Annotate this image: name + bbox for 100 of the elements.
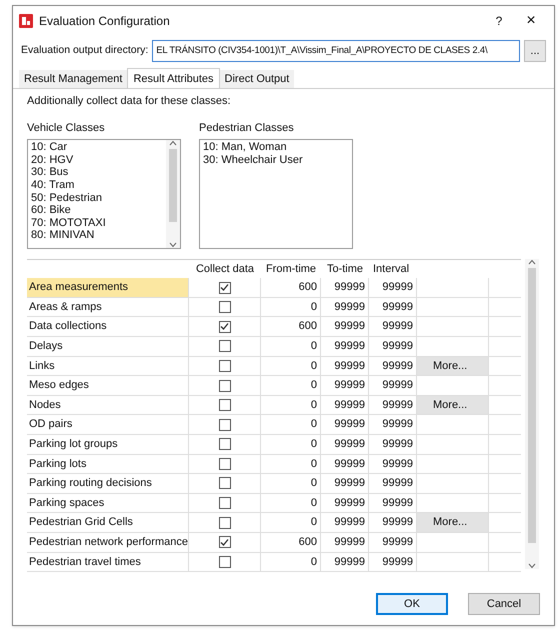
more-button[interactable]: More...: [417, 356, 488, 376]
checkbox[interactable]: [218, 418, 230, 431]
table-cell[interactable]: 0: [261, 474, 321, 493]
checkbox[interactable]: [218, 360, 230, 372]
table-cell[interactable]: 0: [261, 396, 321, 414]
list-item[interactable]: 80: MINIVAN: [31, 229, 166, 242]
list-item[interactable]: 10: Man, Woman: [203, 141, 352, 154]
table-cell[interactable]: 99999: [321, 474, 369, 493]
checkbox[interactable]: [218, 320, 230, 333]
table-cell[interactable]: 0: [261, 415, 321, 434]
checkbox[interactable]: [218, 340, 230, 352]
scroll-down-icon[interactable]: [528, 563, 536, 570]
list-item[interactable]: 30: Wheelchair User: [203, 154, 352, 166]
table-cell[interactable]: Areas & ramps: [27, 298, 189, 316]
table-cell[interactable]: 0: [261, 513, 321, 532]
table-cell[interactable]: 99999: [321, 396, 369, 414]
table-cell[interactable]: 600: [261, 317, 321, 336]
checkbox[interactable]: [218, 282, 230, 294]
table-cell[interactable]: 0: [261, 552, 321, 572]
table-cell[interactable]: 99999: [321, 298, 369, 316]
directory-field[interactable]: EL TRÁNSITO (CIV354-1001)\T_A\Vissim_Final_A\PROYECTO DE CLASES 2.4\: [152, 40, 520, 62]
table-cell[interactable]: Meso edges: [27, 376, 189, 395]
table-cell[interactable]: 0: [261, 356, 321, 376]
table-cell[interactable]: 99999: [369, 454, 417, 474]
table-cell[interactable]: 99999: [369, 552, 417, 572]
table-cell[interactable]: 99999: [369, 435, 417, 454]
table-cell[interactable]: 99999: [321, 454, 369, 474]
table-cell[interactable]: 99999: [369, 376, 417, 395]
tab[interactable]: Result Attributes: [127, 68, 220, 88]
checkbox[interactable]: [218, 477, 230, 490]
checkbox[interactable]: [218, 536, 230, 548]
checkbox[interactable]: [218, 301, 230, 314]
checkbox[interactable]: [218, 399, 230, 412]
scrollbar[interactable]: [525, 259, 539, 570]
table-cell[interactable]: Parking lots: [27, 454, 189, 474]
table-cell[interactable]: 0: [261, 376, 321, 395]
list-item[interactable]: 70: MOTOTAXI: [31, 216, 166, 230]
table-cell[interactable]: Pedestrian travel times: [27, 552, 189, 572]
table-cell[interactable]: 0: [261, 337, 321, 356]
cancel-button[interactable]: Cancel: [468, 593, 540, 615]
table-cell[interactable]: 600: [261, 532, 321, 552]
table-cell[interactable]: 99999: [321, 337, 369, 356]
table-cell[interactable]: Data collections: [27, 317, 189, 336]
table-cell[interactable]: 99999: [321, 356, 369, 376]
table-cell[interactable]: Parking routing decisions: [27, 474, 189, 493]
table-cell[interactable]: 99999: [369, 494, 417, 512]
checkbox[interactable]: [218, 380, 230, 392]
table-cell[interactable]: Delays: [27, 337, 189, 356]
class-listbox[interactable]: 10: Man, Woman 30: Wheelchair User: [199, 139, 353, 250]
table-cell[interactable]: Area measurements: [27, 278, 189, 297]
checkbox[interactable]: [218, 516, 230, 529]
table-cell[interactable]: 99999: [369, 415, 417, 434]
table-cell[interactable]: Parking spaces: [27, 494, 189, 512]
table-cell[interactable]: 99999: [321, 513, 369, 532]
table-cell[interactable]: 99999: [369, 474, 417, 493]
tab[interactable]: Result Management: [19, 70, 128, 88]
list-item[interactable]: 60: Bike: [31, 204, 166, 217]
table-cell[interactable]: Pedestrian Grid Cells: [27, 513, 189, 532]
table-cell[interactable]: 99999: [321, 278, 369, 297]
table-cell[interactable]: 600: [261, 278, 321, 297]
table-cell[interactable]: 99999: [369, 337, 417, 356]
browse-button[interactable]: ...: [524, 40, 546, 62]
class-listbox[interactable]: 10: Car 20: HGV 30: Bus 40: Tram 50: Pedestrian 60: Bike 70: MOTOTAXI 80: MINIVAN: [27, 139, 181, 250]
more-button[interactable]: More...: [417, 396, 488, 414]
list-item[interactable]: 50: Pedestrian: [31, 192, 166, 204]
table-cell[interactable]: 0: [261, 298, 321, 316]
table-cell[interactable]: 99999: [321, 435, 369, 454]
checkbox[interactable]: [218, 497, 230, 510]
table-cell[interactable]: 0: [261, 454, 321, 474]
table-cell[interactable]: 0: [261, 435, 321, 454]
scroll-down-icon[interactable]: [169, 242, 177, 248]
list-item[interactable]: 20: HGV: [31, 154, 166, 166]
table-cell[interactable]: 99999: [321, 376, 369, 395]
table-cell[interactable]: Nodes: [27, 396, 189, 414]
table-cell[interactable]: 99999: [321, 494, 369, 512]
checkbox[interactable]: [218, 458, 230, 470]
table-cell[interactable]: 99999: [321, 317, 369, 336]
tab[interactable]: Direct Output: [220, 70, 294, 88]
table-cell[interactable]: Pedestrian network performance: [27, 532, 189, 552]
table-cell[interactable]: OD pairs: [27, 415, 189, 434]
list-item[interactable]: 30: Bus: [31, 166, 166, 180]
list-item[interactable]: 40: Tram: [31, 179, 166, 192]
table-cell[interactable]: 99999: [321, 532, 369, 552]
table-cell[interactable]: 99999: [369, 278, 417, 297]
table-cell[interactable]: Parking lot groups: [27, 435, 189, 454]
scroll-up-icon[interactable]: [528, 259, 536, 266]
table-cell[interactable]: Links: [27, 356, 189, 376]
close-button[interactable]: ×: [514, 9, 548, 33]
scrollbar[interactable]: [166, 140, 180, 248]
table-cell[interactable]: 99999: [369, 317, 417, 336]
table-cell[interactable]: 99999: [321, 552, 369, 572]
more-button[interactable]: More...: [417, 513, 488, 532]
table-cell[interactable]: 99999: [369, 298, 417, 316]
table-cell[interactable]: 99999: [369, 532, 417, 552]
checkbox[interactable]: [218, 438, 230, 450]
checkbox[interactable]: [218, 556, 230, 568]
ok-button[interactable]: OK: [376, 593, 448, 615]
help-button[interactable]: ?: [484, 12, 514, 30]
table-cell[interactable]: 0: [261, 494, 321, 512]
list-item[interactable]: 10: Car: [31, 141, 166, 154]
